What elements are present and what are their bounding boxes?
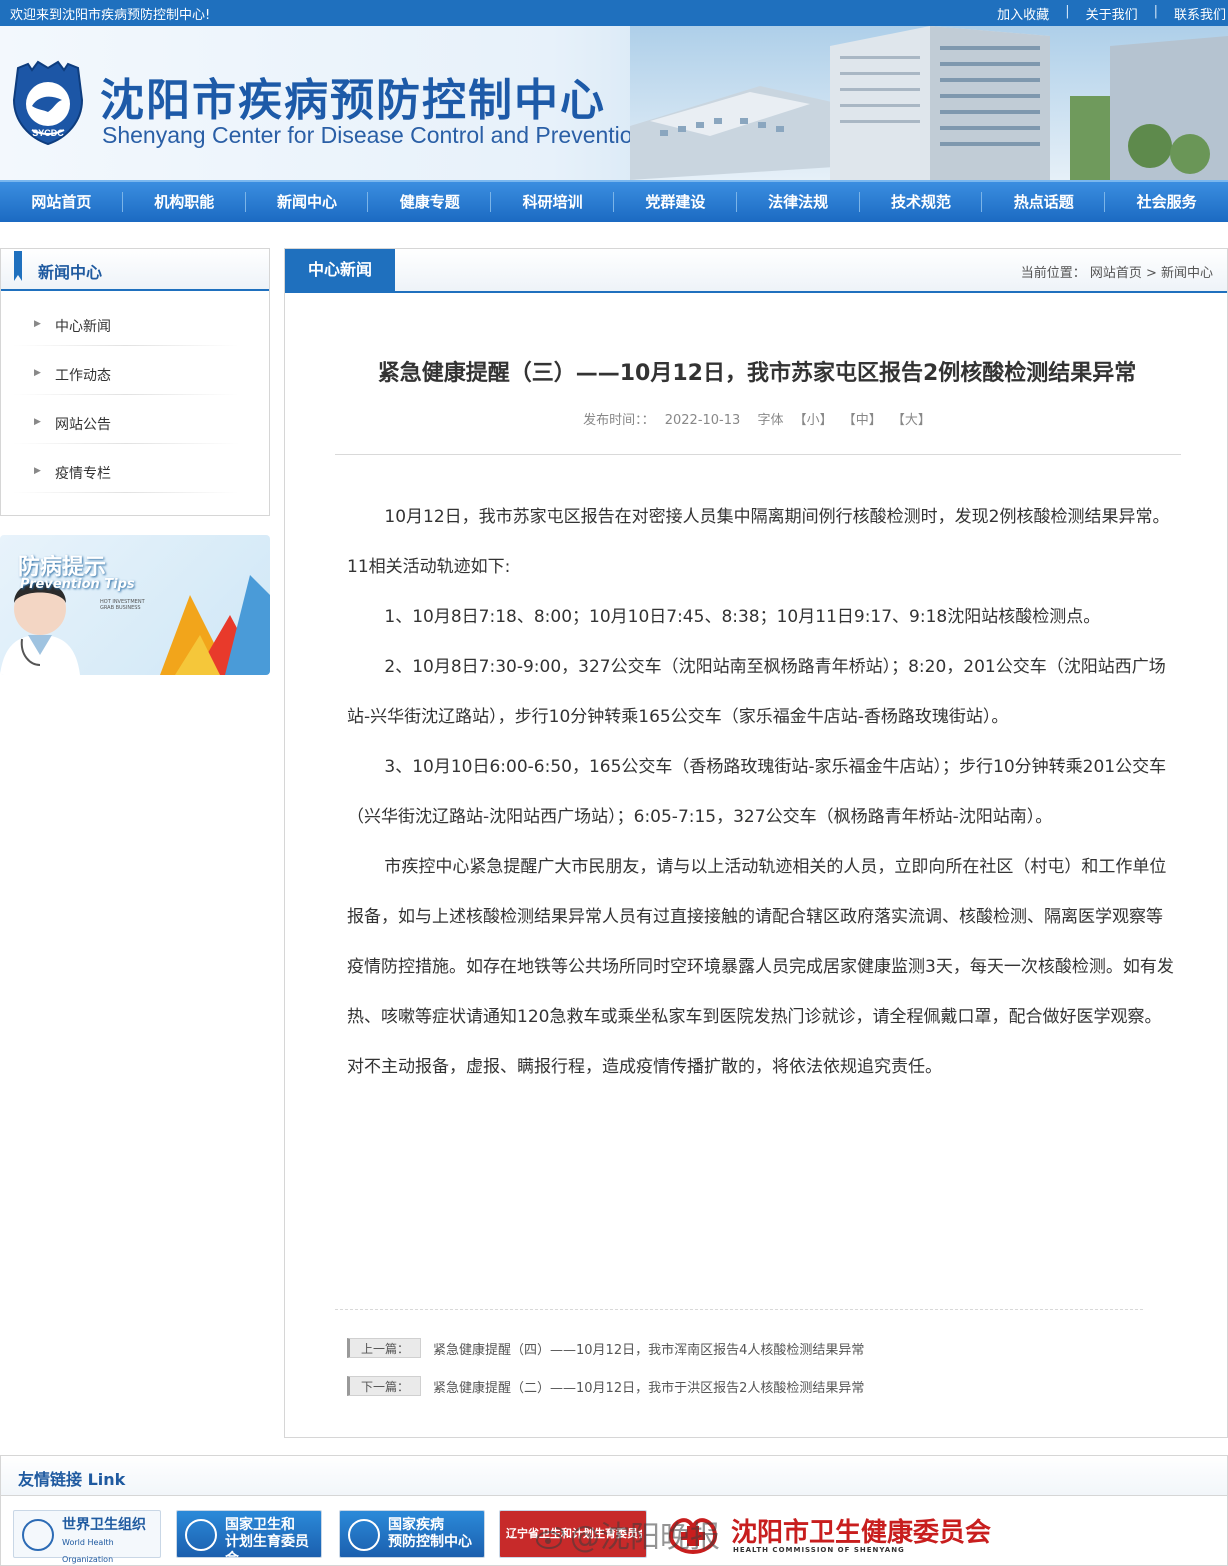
logo-text: SYCDC <box>32 128 64 138</box>
arrow-right-icon: ▶ <box>34 417 41 427</box>
paragraph: 1、10月8日7:18、8:00；10月10日7:45、8:38；10月11日9… <box>384 607 1101 627</box>
cdc-logo-icon <box>348 1519 380 1551</box>
paragraph: 11相关活动轨迹如下: <box>347 557 511 577</box>
watermark-text: @沈阳晚报 <box>570 1520 720 1555</box>
sidebar-title: 新闻中心 <box>38 263 103 282</box>
prev-label: 上一篇： <box>347 1338 421 1358</box>
cdc-line2: 预防控制中心 <box>388 1534 472 1550</box>
weibo-icon <box>536 1527 565 1549</box>
arrow-right-icon: ▶ <box>34 368 41 378</box>
sidebar-item-label: 网站公告 <box>55 417 111 433</box>
friend-links-header: 友情链接 Link <box>1 1456 1227 1496</box>
article-title: 紧急健康提醒（三）——10月12日，我市苏家屯区报告2例核酸检测结果异常 <box>377 361 1137 386</box>
next-article: 下一篇： 紧急健康提醒（二）——10月12日，我市于洪区报告2人核酸检测结果异常 <box>347 1376 864 1396</box>
china-cdc-link[interactable]: 国家疾病 预防控制中心 <box>339 1510 485 1558</box>
sycdc-logo-icon[interactable]: SYCDC <box>8 60 88 146</box>
cdc-line1: 国家疾病 <box>388 1517 444 1533</box>
article-panel: 中心新闻 当前位置： 网站首页 > 新闻中心 紧急健康提醒（三）——10月12日… <box>284 248 1228 1438</box>
site-header: SYCDC 沈阳市疾病预防控制中心 Shenyang Center for Di… <box>0 26 1228 180</box>
building-image <box>630 26 1228 180</box>
font-small-button[interactable]: 【小】 <box>794 413 833 428</box>
health-commission-name: 沈阳市卫生健康委员会 <box>731 1518 992 1548</box>
tips-small-text: HOT INVESTMENT GRAB BUSINESS <box>100 599 145 611</box>
who-link[interactable]: 世界卫生组织 World Health Organization <box>13 1510 161 1564</box>
paragraph: 市疾控中心紧急提醒广大市民朋友，请与以上活动轨迹相关的人员，立即向所在社区（村屯… <box>347 857 1174 1077</box>
health-commission-name-en: HEALTH COMMISSION OF SHENYANG <box>733 1546 905 1554</box>
sidebar-header: 新闻中心 <box>1 249 269 291</box>
nav-services[interactable]: 社会服务 <box>1105 182 1228 222</box>
sidebar-item-label: 中心新闻 <box>55 319 111 335</box>
nhfpc-link[interactable]: 国家卫生和 计划生育委员会 <box>176 1510 322 1566</box>
next-article-link[interactable]: 紧急健康提醒（二）——10月12日，我市于洪区报告2人核酸检测结果异常 <box>433 1377 864 1396</box>
arrow-right-icon: ▶ <box>34 319 41 329</box>
publish-date: 2022-10-13 <box>664 413 741 428</box>
publish-label: 发布时间：： <box>583 413 655 428</box>
article-meta: 发布时间：： 2022-10-13 字体 【小】 【中】 【大】 <box>285 409 1228 428</box>
top-links: 加入收藏 | 关于我们 | 联系我们 <box>997 4 1226 23</box>
separator: | <box>1065 4 1070 19</box>
welcome-text: 欢迎来到沈阳市疾病预防控制中心! <box>10 8 211 23</box>
weibo-watermark: @沈阳晚报 <box>536 1512 720 1556</box>
breadcrumb: 当前位置： 网站首页 > 新闻中心 <box>1020 266 1213 281</box>
font-large-button[interactable]: 【大】 <box>892 413 931 428</box>
nav-party[interactable]: 党群建设 <box>614 182 737 222</box>
sidebar-item-epidemic[interactable]: ▶ 疫情专栏 <box>1 452 269 501</box>
divider <box>335 454 1181 455</box>
nav-hot-topics[interactable]: 热点话题 <box>982 182 1105 222</box>
tab-center-news[interactable]: 中心新闻 <box>285 249 395 293</box>
contact-us-link[interactable]: 联系我们 <box>1174 4 1226 23</box>
tips-subtitle: Prevention Tips <box>20 577 135 592</box>
paragraph: 3、10月10日6:00-6:50，165公交车（香杨路玫瑰街站-家乐福金牛店站… <box>347 757 1167 827</box>
who-name: 世界卫生组织 <box>62 1517 146 1533</box>
sidebar-item-center-news[interactable]: ▶ 中心新闻 <box>1 305 269 354</box>
main-nav: 网站首页 机构职能 新闻中心 健康专题 科研培训 党群建设 法律法规 技术规范 … <box>0 180 1228 222</box>
prevention-tips-banner[interactable]: 防病提示 Prevention Tips HOT INVESTMENT GRAB… <box>0 535 270 675</box>
prev-article: 上一篇： 紧急健康提醒（四）——10月12日，我市浑南区报告4人核酸检测结果异常 <box>347 1338 864 1358</box>
site-title-en: Shenyang Center for Disease Control and … <box>102 122 646 148</box>
sidebar-item-announcements[interactable]: ▶ 网站公告 <box>1 403 269 452</box>
friend-links-title: 友情链接 Link <box>18 1470 126 1489</box>
sidebar-menu: 新闻中心 ▶ 中心新闻 ▶ 工作动态 ▶ 网站公告 ▶ 疫情专栏 <box>0 248 270 516</box>
paragraph: 10月12日，我市苏家屯区报告在对密接人员集中隔离期间例行核酸检测时，发现2例核… <box>384 507 1170 527</box>
bookmark-icon <box>14 251 22 281</box>
paragraph: 2、10月8日7:30-9:00，327公交车（沈阳站南至枫杨路青年桥站）；8:… <box>347 657 1166 727</box>
separator: | <box>1153 4 1158 19</box>
nav-research[interactable]: 科研培训 <box>491 182 614 222</box>
font-size-label: 字体 <box>757 413 784 428</box>
font-medium-button[interactable]: 【中】 <box>843 413 882 428</box>
top-bar: 欢迎来到沈阳市疾病预防控制中心! 加入收藏 | 关于我们 | 联系我们 <box>0 0 1228 26</box>
divider <box>335 1309 1143 1310</box>
article-body: 10月12日，我市苏家屯区报告在对密接人员集中隔离期间例行核酸检测时，发现2例核… <box>347 492 1177 1092</box>
who-globe-icon <box>22 1519 54 1551</box>
prev-article-link[interactable]: 紧急健康提醒（四）——10月12日，我市浑南区报告4人核酸检测结果异常 <box>433 1339 864 1358</box>
nav-laws[interactable]: 法律法规 <box>737 182 860 222</box>
article-panel-header: 中心新闻 当前位置： 网站首页 > 新闻中心 <box>285 249 1227 293</box>
nav-functions[interactable]: 机构职能 <box>123 182 246 222</box>
nhfpc-line2: 计划生育委员会 <box>225 1534 309 1566</box>
add-favorite-link[interactable]: 加入收藏 <box>997 4 1049 23</box>
sidebar-item-work-updates[interactable]: ▶ 工作动态 <box>1 354 269 403</box>
nav-news[interactable]: 新闻中心 <box>246 182 369 222</box>
site-title-cn: 沈阳市疾病预防控制中心 <box>100 75 606 126</box>
nav-home[interactable]: 网站首页 <box>0 182 123 222</box>
sidebar-item-label: 工作动态 <box>55 368 111 384</box>
arrow-right-icon: ▶ <box>34 466 41 476</box>
nav-health-topics[interactable]: 健康专题 <box>368 182 491 222</box>
nhfpc-line1: 国家卫生和 <box>225 1517 295 1533</box>
who-name-en: World Health Organization <box>62 1538 114 1564</box>
sidebar-item-label: 疫情专栏 <box>55 466 111 482</box>
emblem-icon <box>185 1519 217 1551</box>
about-us-link[interactable]: 关于我们 <box>1086 4 1138 23</box>
next-label: 下一篇： <box>347 1376 421 1396</box>
nav-standards[interactable]: 技术规范 <box>860 182 983 222</box>
